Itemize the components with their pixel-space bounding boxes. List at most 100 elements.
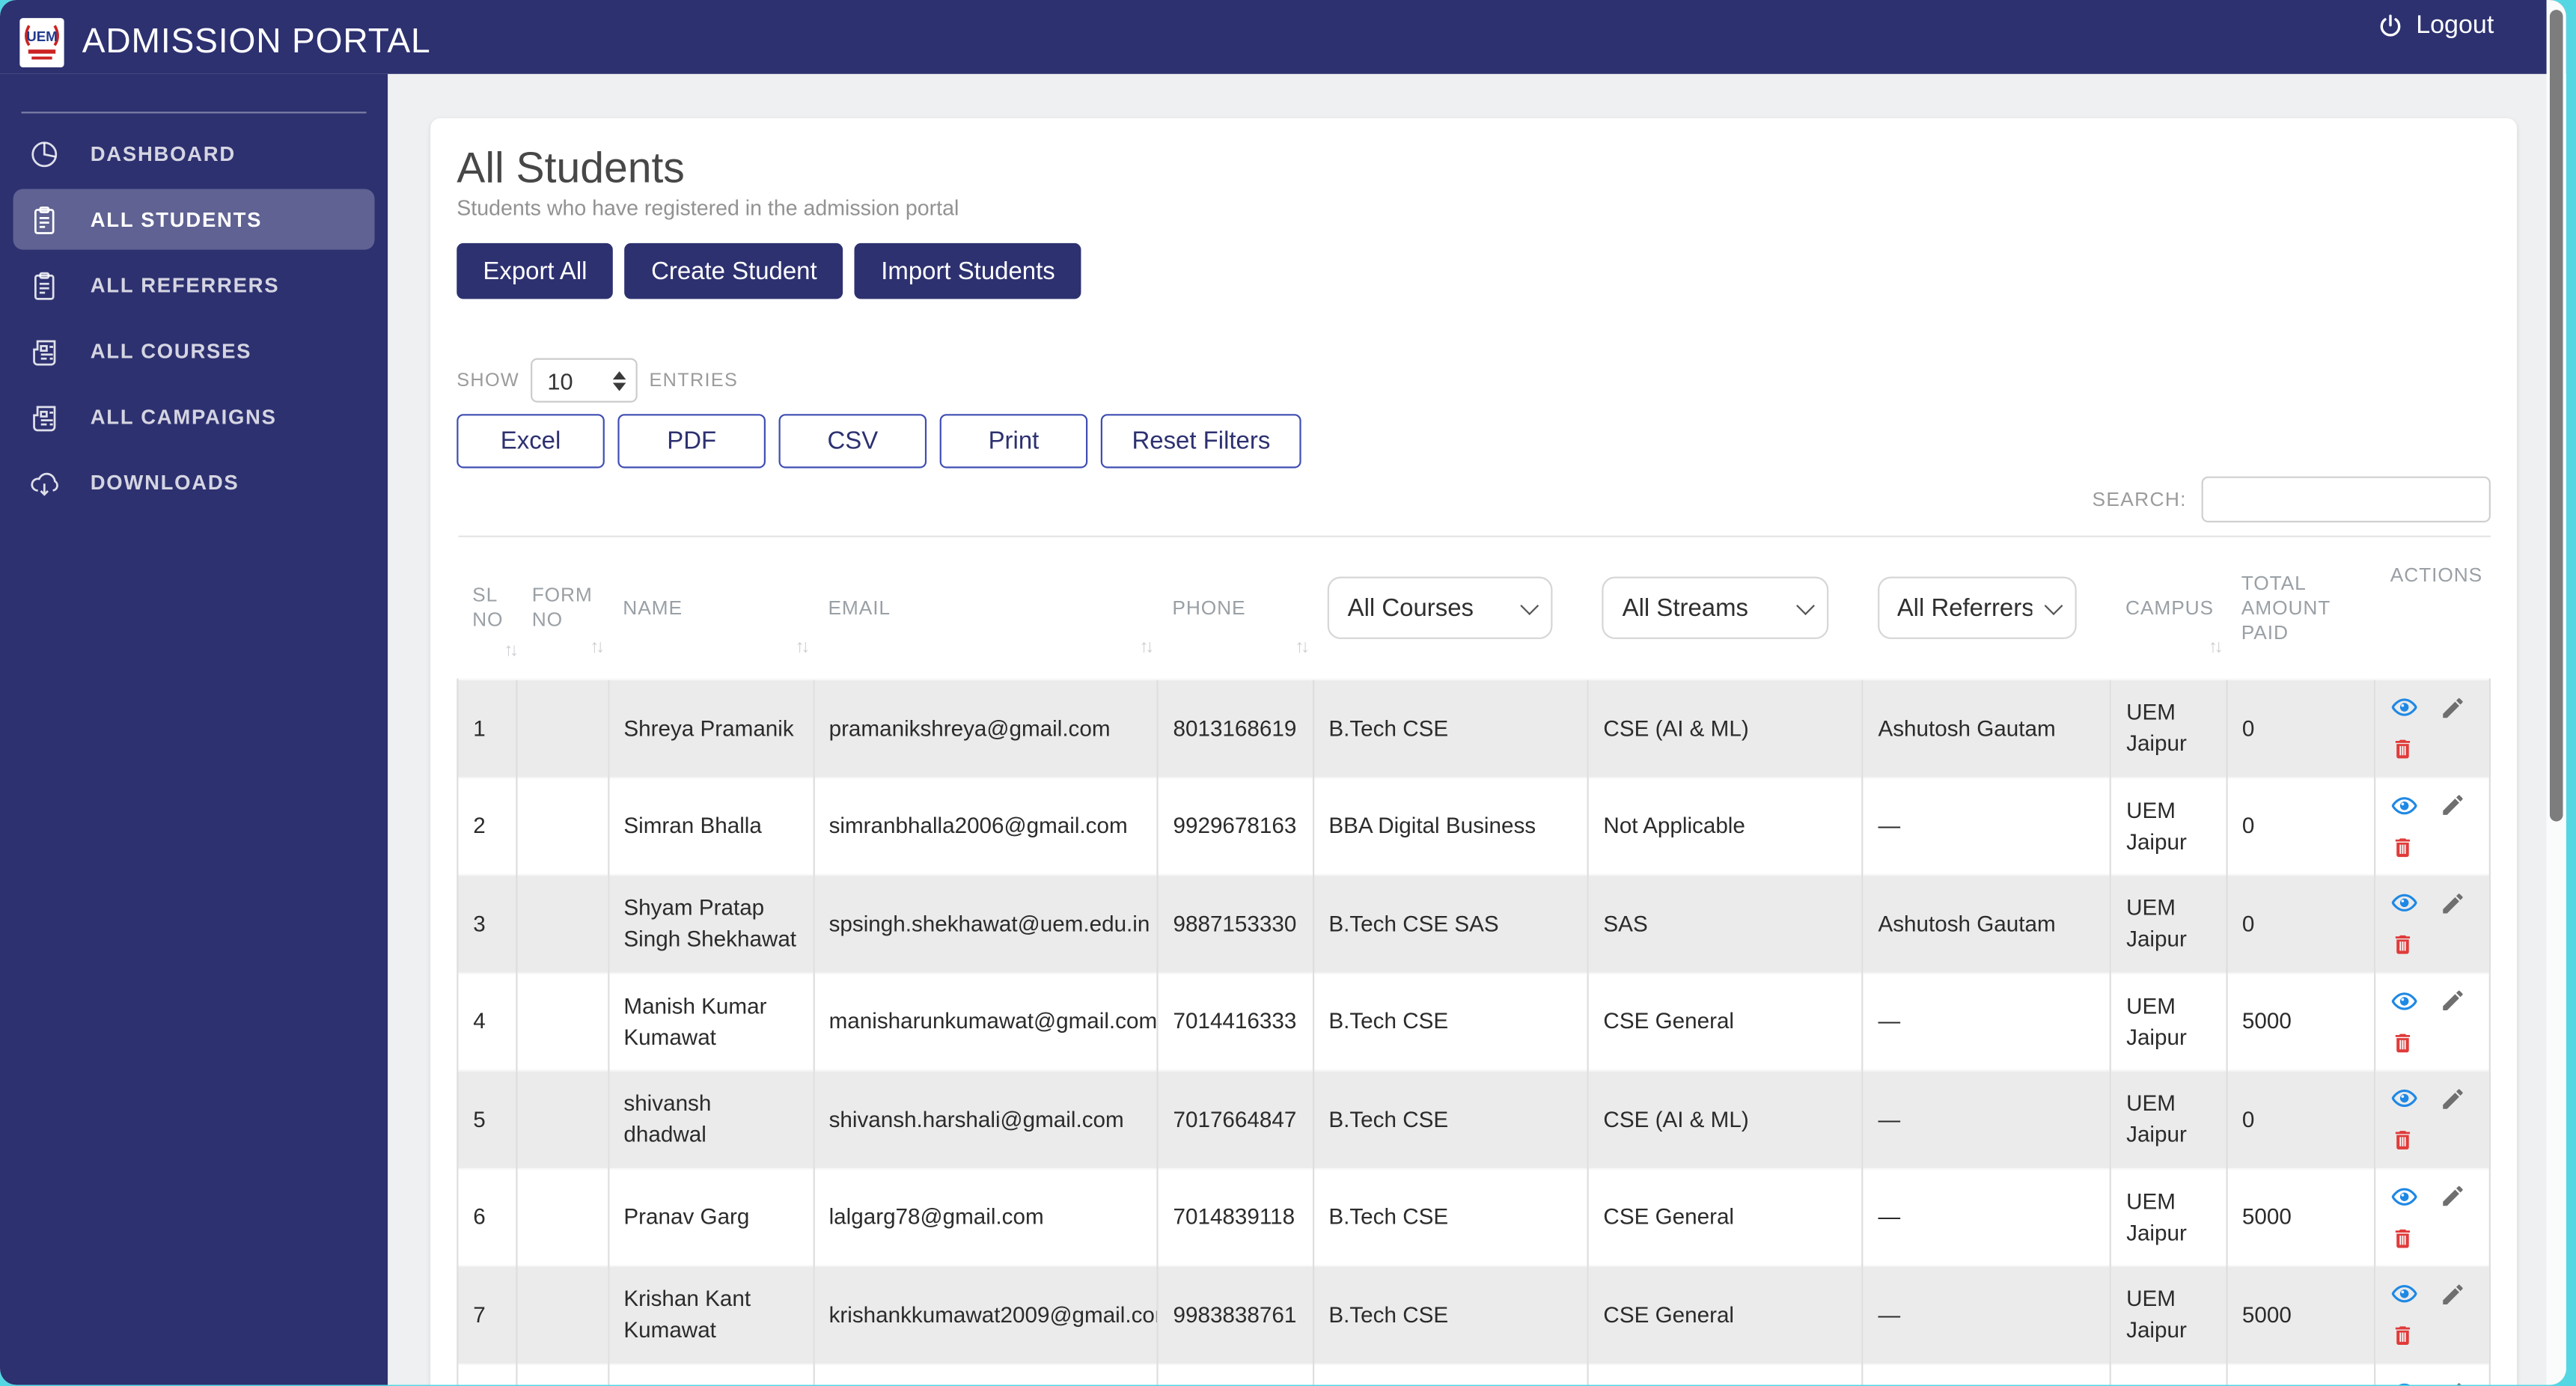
all-students-card: All Students Students who have registere… — [430, 118, 2517, 1385]
cell-course: B.Tech CSE — [1313, 1266, 1588, 1364]
edit-button[interactable] — [2441, 1085, 2467, 1111]
csv-button[interactable]: CSV — [779, 414, 927, 468]
cell-referrer: Ashutosh Gautam — [1863, 680, 2111, 778]
import-students-button[interactable]: Import Students — [855, 243, 1081, 299]
pencil-icon — [2441, 1281, 2467, 1307]
column-header-total-amount-paid[interactable]: TOTAL AMOUNT PAID — [2226, 537, 2375, 680]
print-button[interactable]: Print — [940, 414, 1088, 468]
cell-campus: UEM Jaipur — [2110, 1266, 2226, 1364]
view-button[interactable] — [2391, 1379, 2419, 1385]
scrollbar-thumb[interactable] — [2550, 10, 2563, 821]
eye-icon — [2391, 1084, 2419, 1112]
column-header-campus[interactable]: CAMPUS↑↓ — [2110, 537, 2226, 680]
pencil-icon — [2441, 694, 2467, 721]
trash-icon — [2391, 1323, 2416, 1349]
cell-email: spsingh.shekhawat@uem.edu.in — [814, 875, 1158, 973]
cell-sl-no: 8 — [457, 1364, 517, 1385]
logout-button[interactable]: Logout — [2366, 9, 2503, 42]
trash-icon — [2391, 1127, 2416, 1153]
cell-referrer: — — [1863, 973, 2111, 1071]
page-size-select[interactable]: 10 — [531, 358, 638, 403]
table-row: 4 Manish Kumar Kumawat manisharunkumawat… — [457, 973, 2489, 1071]
cell-phone: 9983838761 — [1158, 1266, 1313, 1364]
delete-button[interactable] — [2391, 1323, 2416, 1349]
page-title: All Students — [457, 141, 2491, 194]
sidebar-item-all-campaigns[interactable]: ALL CAMPAIGNS — [13, 386, 375, 447]
edit-button[interactable] — [2441, 890, 2467, 916]
column-header-name[interactable]: NAME↑↓ — [608, 537, 814, 680]
column-header-phone[interactable]: PHONE↑↓ — [1158, 537, 1313, 680]
column-header-sl-no[interactable]: SL NO↑↓ — [457, 537, 517, 680]
view-button[interactable] — [2391, 889, 2419, 917]
view-button[interactable] — [2391, 694, 2419, 721]
sort-icon: ↑↓ — [1140, 636, 1151, 661]
sidebar: DASHBOARD ALL STUDENTS ALL REFERRERS — [0, 74, 388, 1385]
cell-actions — [2375, 1070, 2490, 1168]
app-window: UEM ADMISSION PORTAL Logout — [0, 0, 2566, 1385]
logout-label: Logout — [2416, 10, 2494, 40]
cell-total-amount-paid: 0 — [2226, 875, 2375, 973]
column-header-form-no[interactable]: FORM NO↑↓ — [517, 537, 608, 680]
create-student-button[interactable]: Create Student — [625, 243, 843, 299]
delete-button[interactable] — [2391, 1225, 2416, 1251]
pencil-icon — [2441, 988, 2467, 1014]
sidebar-item-all-referrers[interactable]: ALL REFERRERS — [13, 254, 375, 315]
view-button[interactable] — [2391, 1280, 2419, 1308]
uem-logo: UEM — [19, 17, 64, 67]
show-label: SHOW — [457, 370, 519, 390]
courses-filter-select[interactable]: All Courses — [1328, 577, 1553, 639]
delete-button[interactable] — [2391, 1127, 2416, 1153]
sidebar-item-label: DASHBOARD — [91, 142, 236, 165]
edit-button[interactable] — [2441, 793, 2467, 819]
view-button[interactable] — [2391, 1182, 2419, 1210]
edit-button[interactable] — [2441, 694, 2467, 721]
sidebar-item-all-students[interactable]: ALL STUDENTS — [13, 189, 375, 249]
sidebar-item-label: ALL CAMPAIGNS — [91, 405, 277, 428]
pdf-button[interactable]: PDF — [617, 414, 766, 468]
table-row: 3 Shyam Pratap Singh Shekhawat spsingh.s… — [457, 875, 2489, 973]
eye-icon — [2391, 1379, 2419, 1385]
cell-phone: 7014839118 — [1158, 1168, 1313, 1266]
delete-button[interactable] — [2391, 1030, 2416, 1056]
sidebar-item-label: DOWNLOADS — [91, 471, 239, 494]
referrers-filter-select[interactable]: All Referrers — [1877, 577, 2076, 639]
sidebar-item-label: ALL REFERRERS — [91, 274, 280, 297]
table-row: 5 shivansh dhadwal shivansh.harshali@gma… — [457, 1070, 2489, 1168]
export-all-button[interactable]: Export All — [457, 243, 613, 299]
cell-sl-no: 2 — [457, 777, 517, 875]
cell-name: Shreya Pramanik — [608, 680, 814, 778]
cell-sl-no: 5 — [457, 1070, 517, 1168]
edit-button[interactable] — [2441, 988, 2467, 1014]
power-icon — [2377, 12, 2403, 38]
cell-form-no — [517, 1364, 608, 1385]
reset-filters-button[interactable]: Reset Filters — [1101, 414, 1301, 468]
view-button[interactable] — [2391, 987, 2419, 1015]
cell-name: Krishan Kant Kumawat — [608, 1266, 814, 1364]
sidebar-item-dashboard[interactable]: DASHBOARD — [13, 123, 375, 184]
view-button[interactable] — [2391, 1084, 2419, 1112]
cell-sl-no: 7 — [457, 1266, 517, 1364]
edit-button[interactable] — [2441, 1379, 2467, 1385]
delete-button[interactable] — [2391, 834, 2416, 861]
sort-icon: ↑↓ — [590, 636, 601, 661]
pencil-icon — [2441, 1183, 2467, 1209]
column-header-email[interactable]: EMAIL↑↓ — [814, 537, 1158, 680]
edit-button[interactable] — [2441, 1281, 2467, 1307]
delete-button[interactable] — [2391, 736, 2416, 763]
sidebar-item-all-courses[interactable]: ALL COURSES — [13, 320, 375, 381]
cell-total-amount-paid: 5000 — [2226, 973, 2375, 1071]
search-input[interactable] — [2202, 477, 2491, 522]
scrollbar-track[interactable] — [2547, 0, 2566, 1385]
table-row: 7 Krishan Kant Kumawat krishankkumawat20… — [457, 1266, 2489, 1364]
eye-icon — [2391, 694, 2419, 721]
view-button[interactable] — [2391, 792, 2419, 819]
delete-button[interactable] — [2391, 932, 2416, 958]
streams-filter-select[interactable]: All Streams — [1602, 577, 1828, 639]
cell-total-amount-paid: 5000 — [2226, 1266, 2375, 1364]
sidebar-item-downloads[interactable]: DOWNLOADS — [13, 452, 375, 513]
excel-button[interactable]: Excel — [457, 414, 605, 468]
cell-email: lalgarg78@gmail.com — [814, 1168, 1158, 1266]
edit-button[interactable] — [2441, 1183, 2467, 1209]
cell-form-no — [517, 680, 608, 778]
cell-email: shivansh.harshali@gmail.com — [814, 1070, 1158, 1168]
